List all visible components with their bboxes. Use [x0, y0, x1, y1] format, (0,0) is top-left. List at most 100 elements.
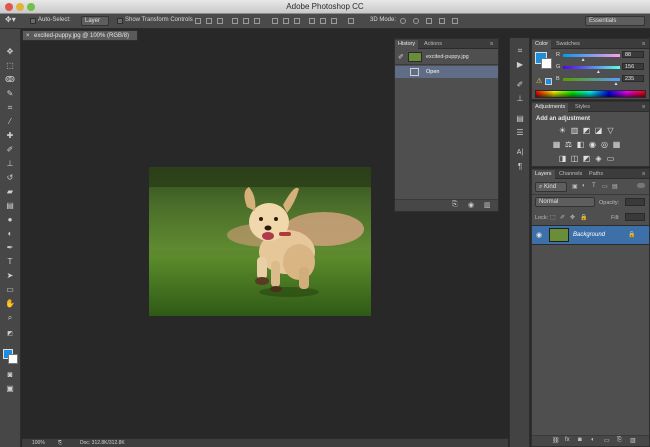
history-brush-tool-icon[interactable]: ↺	[4, 172, 16, 183]
layer-name[interactable]: Background	[573, 232, 605, 238]
out-of-gamut-warning-icon[interactable]: ⚠	[536, 77, 542, 85]
auto-align-icon[interactable]	[348, 18, 354, 24]
paragraph-panel-icon[interactable]: ¶	[515, 162, 525, 172]
hue-saturation-icon[interactable]: ▦	[552, 140, 561, 149]
lasso-tool-icon[interactable]: ↂ	[4, 74, 16, 85]
actions-panel-icon[interactable]: ▶	[515, 60, 525, 70]
vibrance-icon[interactable]: ▽	[606, 126, 615, 135]
healing-brush-tool-icon[interactable]: ✚	[4, 130, 16, 141]
filter-shape-icon[interactable]: ▭	[602, 183, 608, 190]
eraser-tool-icon[interactable]: ▰	[4, 186, 16, 197]
distribute-vcenter-icon[interactable]	[283, 18, 289, 24]
blue-value[interactable]: 235	[622, 75, 644, 82]
align-right-icon[interactable]	[254, 18, 260, 24]
lock-transparent-icon[interactable]: ⬚	[550, 214, 556, 221]
channel-mixer-icon[interactable]: ◎	[600, 140, 609, 149]
quick-mask-icon[interactable]: ◙	[4, 369, 16, 380]
new-layer-icon[interactable]: ⎘	[617, 437, 622, 444]
opacity-field[interactable]	[625, 198, 645, 206]
levels-icon[interactable]: ▥	[570, 126, 579, 135]
blue-slider-knob[interactable]: ▲	[614, 81, 619, 87]
distribute-top-icon[interactable]	[272, 18, 278, 24]
filter-type-icon[interactable]: T	[592, 183, 596, 189]
trash-icon[interactable]: ▥	[484, 201, 491, 209]
tab-adjustments[interactable]: Adjustments	[532, 103, 569, 112]
dodge-tool-icon[interactable]: ◐	[4, 228, 16, 239]
align-hcenter-icon[interactable]	[243, 18, 249, 24]
layer-row[interactable]: ◉ Background 🔒	[532, 225, 649, 245]
fill-field[interactable]	[625, 213, 645, 221]
distribute-bottom-icon[interactable]	[294, 18, 300, 24]
rectangle-tool-icon[interactable]: ▭	[4, 284, 16, 295]
hand-tool-icon[interactable]: ✋	[4, 298, 16, 309]
3d-pan-icon[interactable]	[426, 18, 432, 24]
history-snapshot[interactable]: ✐ excited-puppy.jpg	[395, 50, 498, 65]
path-selection-tool-icon[interactable]: ➤	[4, 270, 16, 281]
clone-source-icon[interactable]: ⊥	[515, 94, 525, 104]
red-slider-knob[interactable]: ▲	[581, 57, 586, 63]
align-top-icon[interactable]	[195, 18, 201, 24]
color-panel-background[interactable]	[541, 58, 552, 69]
color-panel-menu-icon[interactable]: ≡	[639, 40, 648, 49]
panel-menu-icon[interactable]: ≡	[487, 40, 496, 49]
new-document-from-state-icon[interactable]: ⎘	[452, 201, 458, 209]
layer-filter-dropdown[interactable]: ⌕ Kind	[535, 182, 567, 192]
quick-selection-tool-icon[interactable]: ✎	[4, 88, 16, 99]
distribute-right-icon[interactable]	[331, 18, 337, 24]
new-group-icon[interactable]: ▭	[604, 437, 610, 444]
document-tab[interactable]: × excited-puppy.jpg @ 100% (RGB/8)	[22, 30, 138, 41]
tab-paths[interactable]: Paths	[586, 170, 606, 179]
lock-all-icon[interactable]: 🔒	[580, 214, 587, 221]
align-left-icon[interactable]	[232, 18, 238, 24]
background-color-swatch[interactable]	[8, 354, 18, 364]
red-value[interactable]: 88	[622, 51, 644, 58]
character-panel-icon[interactable]: A|	[515, 148, 525, 158]
color-balance-icon[interactable]: ⚖	[564, 140, 573, 149]
tab-layers[interactable]: Layers	[532, 170, 555, 179]
tab-actions[interactable]: Actions	[421, 40, 445, 49]
lock-image-icon[interactable]: ✐	[560, 214, 565, 221]
brightness-contrast-icon[interactable]: ☀	[558, 126, 567, 135]
3d-slide-icon[interactable]	[439, 18, 445, 24]
lock-position-icon[interactable]: ✥	[570, 214, 575, 221]
document-image[interactable]	[149, 167, 371, 316]
blur-tool-icon[interactable]: ●	[4, 214, 16, 225]
tab-color[interactable]: Color	[532, 40, 552, 49]
blue-slider[interactable]	[563, 78, 620, 81]
properties-panel-icon[interactable]: ☰	[515, 128, 525, 138]
invert-icon[interactable]: ◨	[558, 154, 567, 163]
blend-mode-dropdown[interactable]: Normal	[535, 197, 595, 207]
3d-scale-icon[interactable]	[452, 18, 458, 24]
new-adjustment-layer-icon[interactable]: ◐	[591, 437, 595, 443]
delete-layer-icon[interactable]: ▥	[630, 437, 636, 444]
distribute-hcenter-icon[interactable]	[320, 18, 326, 24]
threshold-icon[interactable]: ◩	[582, 154, 591, 163]
move-tool-preset-icon[interactable]: ✥▾	[5, 15, 16, 24]
tab-channels[interactable]: Channels	[556, 170, 585, 179]
link-layers-icon[interactable]: ⛓	[552, 437, 560, 444]
add-mask-icon[interactable]: ◙	[578, 437, 582, 443]
brush-panel-icon[interactable]: ✐	[515, 80, 525, 90]
info-panel-icon[interactable]: ▤	[515, 114, 525, 124]
filter-adjustment-icon[interactable]: ◐	[582, 183, 586, 189]
crop-tool-icon[interactable]: ⌗	[4, 102, 16, 113]
layer-visibility-eye-icon[interactable]: ◉	[536, 231, 542, 239]
zoom-level[interactable]: 100%	[32, 440, 45, 446]
close-document-icon[interactable]: ×	[26, 33, 30, 39]
pen-tool-icon[interactable]: ✒	[4, 242, 16, 253]
posterize-icon[interactable]: ◫	[570, 154, 579, 163]
history-state-row[interactable]: Open	[395, 66, 498, 78]
distribute-left-icon[interactable]	[309, 18, 315, 24]
adjustments-panel-menu-icon[interactable]: ≡	[639, 103, 648, 112]
filter-smart-object-icon[interactable]: ▤	[612, 183, 618, 190]
type-tool-icon[interactable]: T	[4, 256, 16, 267]
selective-color-icon[interactable]: ◈	[594, 154, 603, 163]
red-slider[interactable]	[563, 54, 620, 57]
green-value[interactable]: 156	[622, 63, 644, 70]
auto-select-dropdown[interactable]: Layer	[81, 16, 109, 26]
move-tool-icon[interactable]: ✥	[4, 46, 16, 57]
gamut-color-swatch[interactable]	[545, 78, 552, 85]
clone-stamp-tool-icon[interactable]: ⊥	[4, 158, 16, 169]
screen-mode-icon[interactable]: ▣	[4, 383, 16, 394]
3d-rotate-icon[interactable]	[400, 18, 406, 24]
